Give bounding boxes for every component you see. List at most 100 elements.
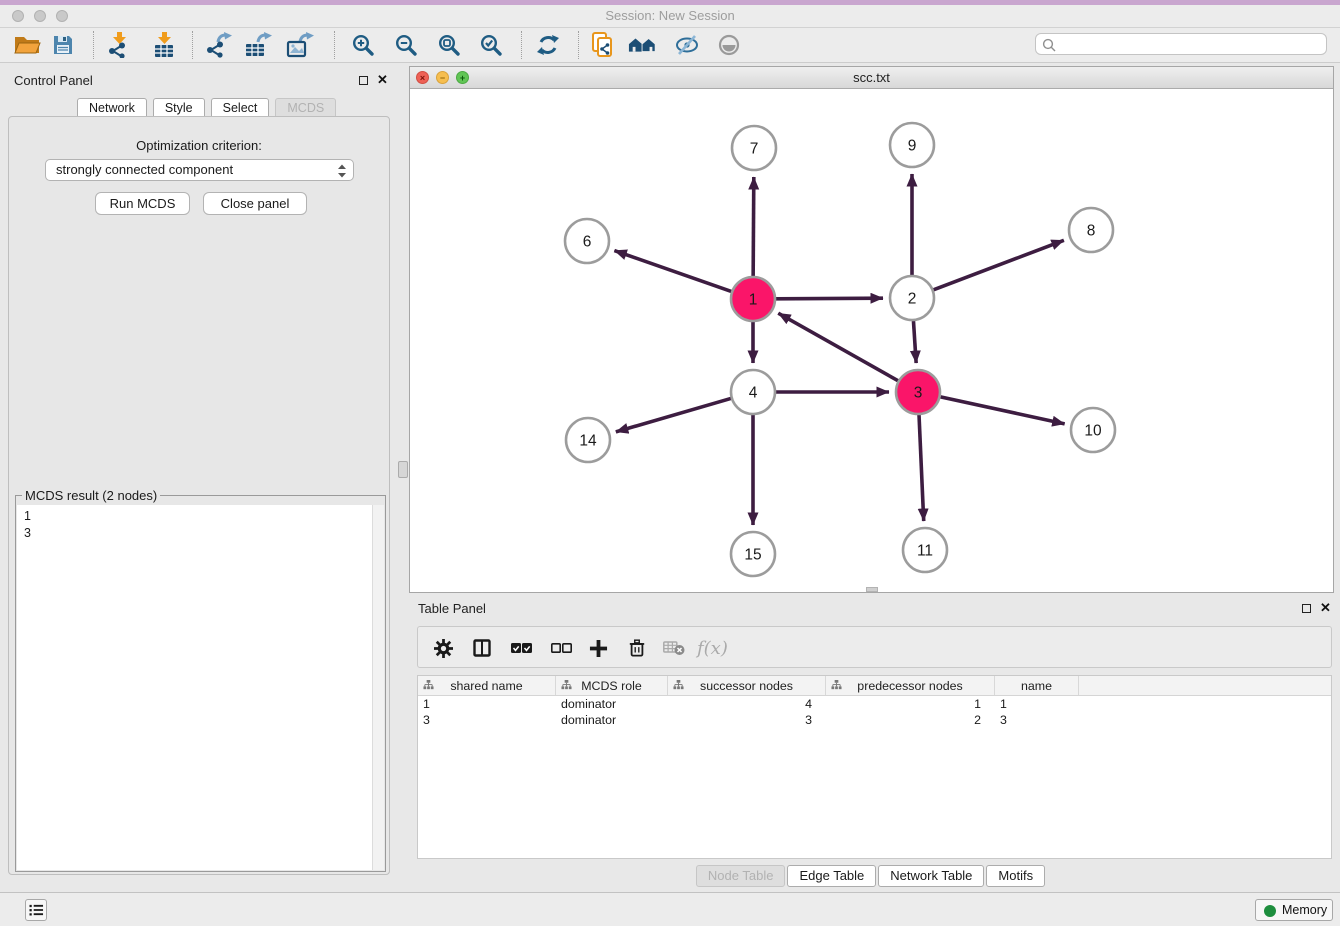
column-header-predecessor-nodes[interactable]: predecessor nodes: [826, 676, 995, 695]
clone-network-button[interactable]: [588, 32, 618, 58]
export-image-icon: [286, 32, 314, 58]
cell-successor-nodes: 4: [668, 697, 826, 711]
status-bar: Memory: [0, 892, 1340, 926]
node-table[interactable]: shared name MCDS role successor nodes pr…: [417, 675, 1332, 859]
network-window-titlebar[interactable]: × − + scc.txt: [410, 67, 1333, 89]
delete-table-button[interactable]: [663, 637, 685, 659]
graph-node-label: 6: [583, 234, 592, 251]
graph-edge[interactable]: [614, 251, 731, 292]
table-panel-title: Table Panel: [418, 601, 486, 616]
cell-predecessor-nodes: 2: [826, 713, 995, 727]
control-panel-title: Control Panel: [14, 73, 93, 88]
control-panel: Control Panel ✕ Network Style Select MCD…: [0, 66, 400, 888]
graph-edge[interactable]: [934, 240, 1064, 290]
save-session-button[interactable]: [48, 32, 78, 58]
export-table-button[interactable]: [243, 32, 273, 58]
toolbar-separator: [521, 31, 522, 59]
export-network-button[interactable]: [204, 32, 234, 58]
hide-glasses-button[interactable]: [672, 32, 702, 58]
table-row[interactable]: 1 dominator 4 1 1: [418, 696, 1331, 712]
graph-svg[interactable]: 7968124314101511: [410, 89, 1333, 593]
export-image-button[interactable]: [285, 32, 315, 58]
tab-network-table[interactable]: Network Table: [878, 865, 984, 887]
mcds-panel: Optimization criterion: strongly connect…: [8, 116, 390, 875]
column-header-successor-nodes[interactable]: successor nodes: [668, 676, 826, 695]
dropdown-value: strongly connected component: [56, 162, 233, 177]
column-header-mcds-role[interactable]: MCDS role: [556, 676, 668, 695]
vertical-splitter-handle[interactable]: [398, 461, 408, 478]
graph-edge[interactable]: [919, 415, 924, 521]
gear-icon: [434, 639, 453, 658]
home-views-icon: [628, 33, 658, 57]
graph-node-label: 1: [749, 292, 758, 309]
function-builder-button[interactable]: f(x): [697, 637, 728, 659]
graph-edge[interactable]: [778, 313, 898, 380]
memory-button[interactable]: Memory: [1255, 899, 1333, 921]
cell-mcds-role: dominator: [556, 713, 668, 727]
close-panel-button[interactable]: Close panel: [203, 192, 307, 215]
export-table-icon: [244, 32, 272, 58]
show-eye-button[interactable]: [714, 32, 744, 58]
cell-name: 1: [995, 697, 1079, 711]
import-table-button[interactable]: [149, 32, 179, 58]
select-all-button[interactable]: [511, 637, 532, 659]
import-table-icon: [151, 32, 177, 58]
network-canvas[interactable]: 7968124314101511: [410, 89, 1333, 592]
deselect-all-button[interactable]: [551, 637, 572, 659]
delete-table-icon: [663, 640, 685, 656]
graph-node-label: 11: [917, 543, 933, 560]
cell-name: 3: [995, 713, 1079, 727]
zoom-out-button[interactable]: [391, 32, 421, 58]
table-header: shared name MCDS role successor nodes pr…: [418, 676, 1331, 696]
cell-mcds-role: dominator: [556, 697, 668, 711]
sort-icon: [423, 680, 434, 691]
horizontal-splitter-handle[interactable]: [866, 587, 878, 592]
graph-edge[interactable]: [753, 177, 754, 276]
table-settings-button[interactable]: [434, 637, 453, 659]
graph-edge[interactable]: [913, 321, 916, 363]
run-mcds-button[interactable]: Run MCDS: [95, 192, 190, 215]
float-panel-icon[interactable]: [359, 76, 368, 85]
search-field[interactable]: [1035, 33, 1327, 55]
zoom-fit-button[interactable]: [434, 32, 464, 58]
refresh-view-button[interactable]: [533, 32, 563, 58]
graph-edge[interactable]: [776, 298, 883, 299]
delete-column-button[interactable]: [628, 637, 646, 659]
graph-edge[interactable]: [940, 397, 1064, 424]
import-network-button[interactable]: [104, 32, 134, 58]
open-folder-icon: [13, 33, 41, 57]
add-column-button[interactable]: [589, 637, 608, 659]
empty-boxes-icon: [551, 641, 572, 655]
zoom-selected-button[interactable]: [476, 32, 506, 58]
network-title: scc.txt: [410, 67, 1333, 88]
trash-icon: [628, 638, 646, 658]
table-panel: Table Panel ✕ f(x) shared name: [409, 595, 1334, 888]
table-close-icon[interactable]: ✕: [1320, 602, 1331, 614]
graph-edge[interactable]: [616, 398, 731, 431]
table-float-icon[interactable]: [1302, 604, 1311, 613]
import-network-icon: [106, 32, 132, 58]
task-history-button[interactable]: [25, 899, 47, 921]
mcds-result-area[interactable]: 1 3: [17, 505, 372, 870]
table-row[interactable]: 3 dominator 3 2 3: [418, 712, 1331, 728]
network-window: × − + scc.txt 7968124314101511: [409, 66, 1334, 593]
tab-node-table[interactable]: Node Table: [696, 865, 786, 887]
column-header-name[interactable]: name: [995, 676, 1079, 695]
open-session-button[interactable]: [12, 32, 42, 58]
eye-disabled-icon: [717, 33, 741, 57]
column-label: predecessor nodes: [857, 679, 962, 693]
zoom-in-button[interactable]: [348, 32, 378, 58]
split-columns-button[interactable]: [473, 637, 491, 659]
tab-edge-table[interactable]: Edge Table: [787, 865, 876, 887]
optimization-dropdown[interactable]: strongly connected component: [45, 159, 354, 181]
search-input[interactable]: [1060, 35, 1324, 55]
toolbar-separator: [93, 31, 94, 59]
cell-shared-name: 3: [418, 713, 556, 727]
column-header-shared-name[interactable]: shared name: [418, 676, 556, 695]
refresh-icon: [535, 33, 561, 57]
tab-motifs[interactable]: Motifs: [986, 865, 1045, 887]
result-scrollbar[interactable]: [372, 505, 384, 870]
close-panel-icon[interactable]: ✕: [377, 74, 388, 86]
memory-label: Memory: [1282, 903, 1327, 917]
home-views-button[interactable]: [628, 32, 658, 58]
